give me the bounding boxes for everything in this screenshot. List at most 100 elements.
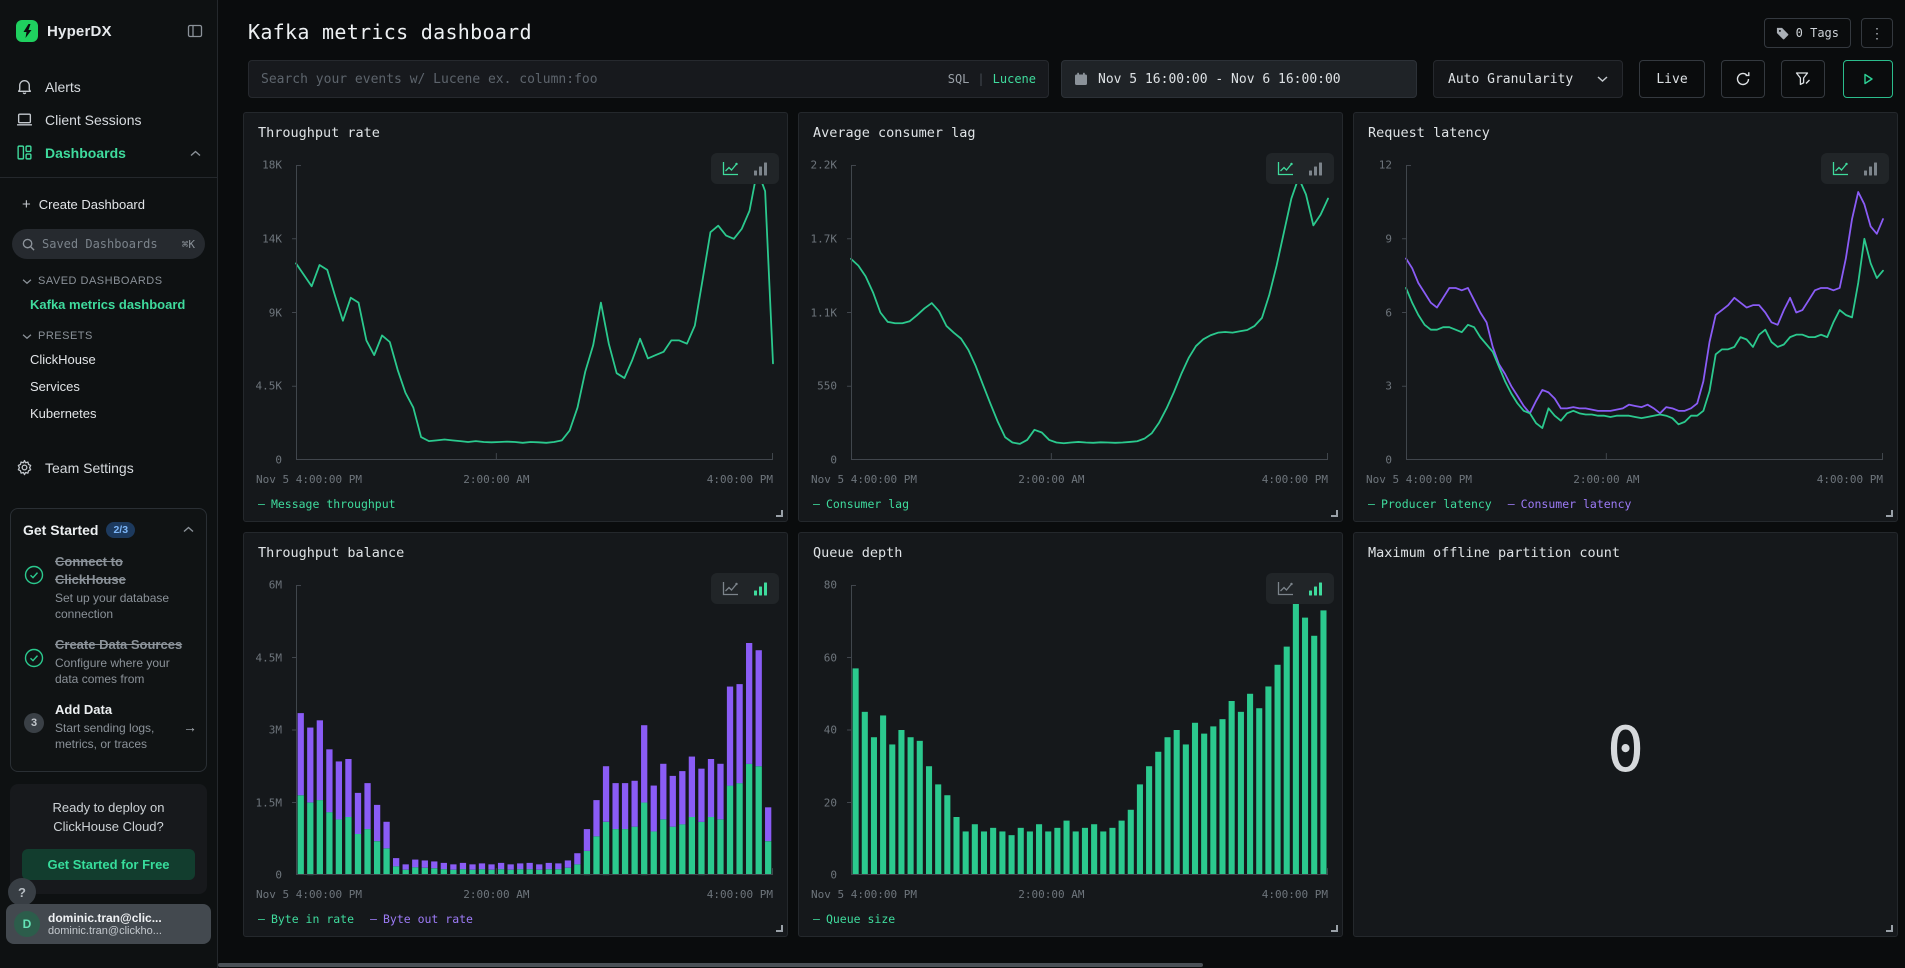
create-dashboard-button[interactable]: + Create Dashboard xyxy=(0,190,217,219)
chart-type-toggle[interactable] xyxy=(711,153,779,184)
x-axis-labels: Nov 5 4:00:00 PM 2:00:00 AM 4:00:00 PM xyxy=(296,888,773,902)
y-tick-label: 6M xyxy=(269,579,282,592)
y-tick-label: 0 xyxy=(1385,454,1392,467)
chart-type-toggle[interactable] xyxy=(1821,153,1889,184)
sidebar-item-kafka-dashboard[interactable]: Kafka metrics dashboard xyxy=(0,291,217,318)
event-search-input[interactable]: Search your events w/ Lucene ex. column:… xyxy=(248,60,1049,98)
date-range-picker[interactable]: Nov 5 16:00:00 - Nov 6 16:00:00 xyxy=(1061,60,1417,98)
plot-area: 806040200 Nov 5 4:00:00 PM 2:00:00 AM 4:… xyxy=(799,533,1342,936)
resize-handle[interactable] xyxy=(776,510,783,517)
chevron-up-icon[interactable] xyxy=(183,521,194,539)
chart-legend: —Queue size xyxy=(813,912,895,926)
y-tick-label: 14K xyxy=(262,232,282,245)
saved-dashboards-section-header[interactable]: SAVED DASHBOARDS xyxy=(0,263,217,291)
y-axis-ticks: 806040200 xyxy=(799,585,845,875)
get-started-step[interactable]: Connect to ClickHouse Set up your databa… xyxy=(23,553,194,622)
bell-icon xyxy=(16,78,33,95)
resize-handle[interactable] xyxy=(1886,925,1893,932)
saved-dashboards-search-input[interactable]: Saved Dashboards ⌘K xyxy=(12,229,205,259)
chart-canvas[interactable] xyxy=(296,585,773,875)
user-email: dominic.tran@clickho... xyxy=(48,925,162,937)
granularity-select[interactable]: Auto Granularity xyxy=(1433,60,1623,98)
legend-item[interactable]: —Queue size xyxy=(813,912,895,926)
bar-chart-icon[interactable] xyxy=(753,581,768,596)
sidebar-item-alerts[interactable]: Alerts xyxy=(0,70,217,103)
refresh-icon xyxy=(1735,71,1751,87)
run-query-button[interactable] xyxy=(1843,60,1893,98)
legend-item[interactable]: —Message throughput xyxy=(258,497,396,511)
refresh-button[interactable] xyxy=(1721,60,1765,98)
bar-chart-icon[interactable] xyxy=(1308,161,1323,176)
chart-type-toggle[interactable] xyxy=(1266,573,1334,604)
bar-chart-icon[interactable] xyxy=(753,161,768,176)
chart-panel-average-consumer-lag: Average consumer lag 2.2K1.7K1.1K5500 No… xyxy=(798,112,1343,522)
sidebar-item-clickhouse[interactable]: ClickHouse xyxy=(0,346,217,373)
avatar: D xyxy=(14,911,40,937)
chart-canvas[interactable] xyxy=(851,165,1328,460)
chevron-up-icon[interactable] xyxy=(190,145,201,161)
sql-mode-toggle[interactable]: SQL xyxy=(948,72,970,86)
presets-section-header[interactable]: PRESETS xyxy=(0,318,217,346)
sidebar-item-label: Client Sessions xyxy=(45,112,142,128)
legend-item[interactable]: —Consumer lag xyxy=(813,497,909,511)
legend-item[interactable]: —Producer latency xyxy=(1368,497,1492,511)
help-button[interactable]: ? xyxy=(8,878,36,906)
chart-canvas[interactable] xyxy=(851,585,1328,875)
kebab-menu-button[interactable]: ⋮ xyxy=(1861,18,1893,48)
line-chart-icon[interactable] xyxy=(722,161,739,176)
legend-item[interactable]: —Byte in rate xyxy=(258,912,354,926)
line-chart-icon[interactable] xyxy=(722,581,739,596)
clickhouse-cloud-promo: Ready to deploy on ClickHouse Cloud? Get… xyxy=(10,784,207,894)
chart-legend: —Producer latency —Consumer latency xyxy=(1368,497,1631,511)
user-name: dominic.tran@clic... xyxy=(48,911,162,925)
legend-item[interactable]: —Consumer latency xyxy=(1508,497,1632,511)
hyperdx-logo-icon xyxy=(16,20,38,42)
legend-swatch: — xyxy=(1368,497,1375,511)
horizontal-scrollbar[interactable] xyxy=(218,963,1203,967)
chart-legend: —Message throughput xyxy=(258,497,396,511)
resize-handle[interactable] xyxy=(1331,925,1338,932)
legend-swatch: — xyxy=(258,497,265,511)
line-chart-icon[interactable] xyxy=(1277,161,1294,176)
sidebar-item-team-settings[interactable]: Team Settings xyxy=(0,449,217,486)
plot-area: 2.2K1.7K1.1K5500 Nov 5 4:00:00 PM 2:00:0… xyxy=(799,113,1342,521)
page-title: Kafka metrics dashboard xyxy=(248,20,1893,44)
y-axis-ticks: 129630 xyxy=(1354,165,1400,460)
y-tick-label: 18K xyxy=(262,159,282,172)
bar-chart-icon[interactable] xyxy=(1308,581,1323,596)
lucene-mode-toggle[interactable]: Lucene xyxy=(993,72,1036,86)
line-chart-icon[interactable] xyxy=(1277,581,1294,596)
chart-canvas[interactable] xyxy=(1406,165,1883,460)
sidebar-item-services[interactable]: Services xyxy=(0,373,217,400)
sidebar-collapse-icon[interactable] xyxy=(187,23,203,39)
chart-type-toggle[interactable] xyxy=(711,573,779,604)
sidebar-item-dashboards[interactable]: Dashboards xyxy=(0,136,217,169)
sidebar-item-client-sessions[interactable]: Client Sessions xyxy=(0,103,217,136)
chart-type-toggle[interactable] xyxy=(1266,153,1334,184)
get-started-step[interactable]: 3 Add Data Start sending logs, metrics, … xyxy=(23,701,194,752)
get-started-free-button[interactable]: Get Started for Free xyxy=(22,849,195,880)
laptop-icon xyxy=(16,111,33,128)
y-tick-label: 9K xyxy=(269,306,282,319)
toolbar: Search your events w/ Lucene ex. column:… xyxy=(218,60,1905,98)
sidebar-item-kubernetes[interactable]: Kubernetes xyxy=(0,400,217,427)
chart-canvas[interactable] xyxy=(296,165,773,460)
live-button[interactable]: Live xyxy=(1639,60,1705,98)
bar-chart-icon[interactable] xyxy=(1863,161,1878,176)
tags-button[interactable]: 0 Tags xyxy=(1764,18,1851,48)
resize-handle[interactable] xyxy=(1886,510,1893,517)
y-tick-label: 4.5M xyxy=(256,651,283,664)
user-menu[interactable]: D dominic.tran@clic... dominic.tran@clic… xyxy=(6,904,211,944)
resize-handle[interactable] xyxy=(776,925,783,932)
get-started-step[interactable]: Create Data Sources Configure where your… xyxy=(23,636,194,687)
resize-handle[interactable] xyxy=(1331,510,1338,517)
y-tick-label: 0 xyxy=(830,454,837,467)
progress-badge: 2/3 xyxy=(106,522,135,538)
y-tick-label: 0 xyxy=(830,869,837,882)
filter-button[interactable] xyxy=(1781,60,1825,98)
y-tick-label: 1.5M xyxy=(256,796,283,809)
line-chart-icon[interactable] xyxy=(1832,161,1849,176)
plot-area: 18K14K9K4.5K0 Nov 5 4:00:00 PM 2:00:00 A… xyxy=(244,113,787,521)
x-axis-labels: Nov 5 4:00:00 PM 2:00:00 AM 4:00:00 PM xyxy=(851,473,1328,487)
legend-item[interactable]: —Byte out rate xyxy=(370,912,473,926)
